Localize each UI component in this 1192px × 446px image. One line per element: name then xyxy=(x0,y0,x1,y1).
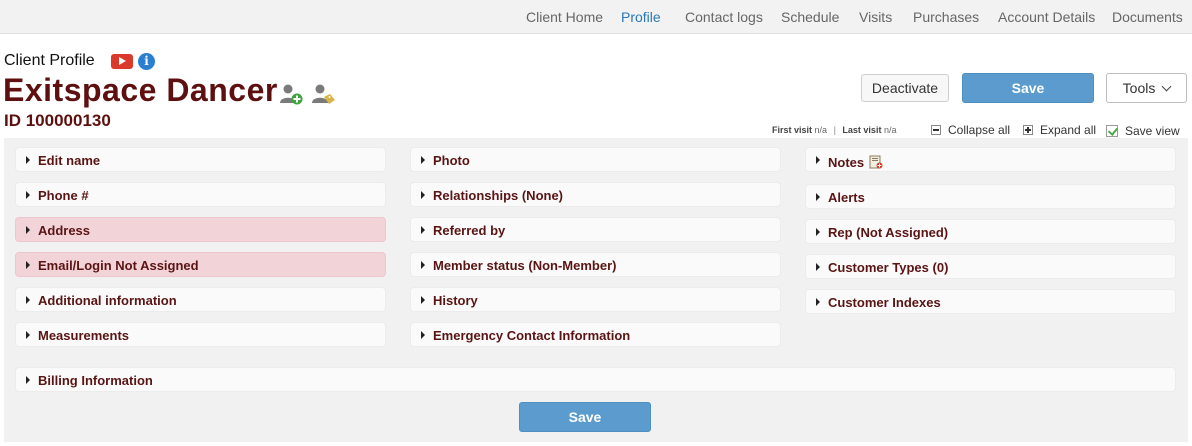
client-name: Exitspace Dancer xyxy=(3,72,278,108)
collapse-all-label: Collapse all xyxy=(948,123,1011,137)
section-label: Notes xyxy=(828,155,865,170)
section-label: Referred by xyxy=(433,223,506,238)
last-visit-label: Last visit xyxy=(842,125,882,135)
section-label: Measurements xyxy=(38,328,130,343)
section-notes[interactable]: Notes xyxy=(805,147,1176,172)
expand-arrow-icon xyxy=(26,156,30,164)
section-referred-by[interactable]: Referred by xyxy=(410,217,781,242)
expand-arrow-icon xyxy=(421,331,425,339)
expand-arrow-icon xyxy=(816,263,820,271)
expand-arrow-icon xyxy=(816,298,820,306)
expand-arrow-icon xyxy=(26,376,30,384)
section-label: Member status (Non-Member) xyxy=(433,258,617,273)
expand-arrow-icon xyxy=(421,296,425,304)
expand-arrow-icon xyxy=(26,296,30,304)
section-customer-indexes[interactable]: Customer Indexes xyxy=(805,289,1176,314)
section-member-status[interactable]: Member status (Non-Member) xyxy=(410,252,781,277)
section-label: Customer Indexes xyxy=(828,295,941,310)
section-label: Address xyxy=(38,223,91,238)
section-label: Alerts xyxy=(828,190,865,205)
collapse-all-control[interactable]: Collapse all xyxy=(931,123,1010,137)
section-additional-information[interactable]: Additional information xyxy=(15,287,386,312)
section-history[interactable]: History xyxy=(410,287,781,312)
checkbox-checked-icon[interactable] xyxy=(1106,125,1118,137)
visit-info: First visit n/a | Last visit n/a xyxy=(772,125,897,135)
save-button-bottom[interactable]: Save xyxy=(519,402,651,432)
top-nav: Client Home Profile Contact logs Schedul… xyxy=(0,0,1192,34)
section-label: Additional information xyxy=(38,293,177,308)
tab-schedule[interactable]: Schedule xyxy=(781,9,839,25)
tab-contact-logs[interactable]: Contact logs xyxy=(685,9,763,25)
last-visit-value: n/a xyxy=(883,125,897,135)
section-photo[interactable]: Photo xyxy=(410,147,781,172)
tools-dropdown[interactable]: Tools xyxy=(1106,73,1187,103)
section-label: History xyxy=(433,293,478,308)
save-view-label: Save view xyxy=(1125,124,1180,138)
section-relationships[interactable]: Relationships (None) xyxy=(410,182,781,207)
section-label: Email/Login Not Assigned xyxy=(38,258,199,273)
tab-profile[interactable]: Profile xyxy=(621,9,661,25)
deactivate-button[interactable]: Deactivate xyxy=(861,74,949,102)
youtube-icon[interactable] xyxy=(111,54,133,69)
section-label: Edit name xyxy=(38,153,101,168)
expand-arrow-icon xyxy=(421,156,425,164)
section-emergency-contact[interactable]: Emergency Contact Information xyxy=(410,322,781,347)
expand-all-control[interactable]: Expand all xyxy=(1023,123,1096,137)
add-person-icon[interactable] xyxy=(279,82,303,106)
collapse-icon xyxy=(931,125,941,135)
expand-arrow-icon xyxy=(816,156,820,164)
section-edit-name[interactable]: Edit name xyxy=(15,147,386,172)
section-phone[interactable]: Phone # xyxy=(15,182,386,207)
expand-all-label: Expand all xyxy=(1040,123,1097,137)
section-label: Customer Types (0) xyxy=(828,260,949,275)
section-title: Client Profile xyxy=(4,52,95,69)
section-label: Rep (Not Assigned) xyxy=(828,225,949,240)
expand-arrow-icon xyxy=(816,193,820,201)
first-visit-value: n/a xyxy=(814,125,828,135)
section-customer-types[interactable]: Customer Types (0) xyxy=(805,254,1176,279)
expand-arrow-icon xyxy=(26,226,30,234)
save-button[interactable]: Save xyxy=(962,73,1094,103)
tools-label: Tools xyxy=(1122,80,1156,96)
info-icon[interactable]: i xyxy=(138,53,155,70)
expand-arrow-icon xyxy=(26,191,30,199)
section-alerts[interactable]: Alerts xyxy=(805,184,1176,209)
section-billing-information[interactable]: Billing Information xyxy=(15,367,1176,392)
section-address[interactable]: Address xyxy=(15,217,386,242)
tab-client-home[interactable]: Client Home xyxy=(526,9,603,25)
section-label: Phone # xyxy=(38,188,89,203)
expand-icon xyxy=(1023,125,1033,135)
chevron-down-icon xyxy=(1161,81,1172,92)
expand-arrow-icon xyxy=(26,261,30,269)
save-view-control[interactable]: Save view xyxy=(1106,123,1180,138)
add-note-icon[interactable] xyxy=(869,155,883,169)
tab-purchases[interactable]: Purchases xyxy=(913,9,979,25)
expand-arrow-icon xyxy=(816,228,820,236)
section-email-login[interactable]: Email/Login Not Assigned xyxy=(15,252,386,277)
first-visit-label: First visit xyxy=(772,125,813,135)
section-label: Emergency Contact Information xyxy=(433,328,631,343)
section-label: Photo xyxy=(433,153,470,168)
section-measurements[interactable]: Measurements xyxy=(15,322,386,347)
expand-arrow-icon xyxy=(26,331,30,339)
expand-arrow-icon xyxy=(421,226,425,234)
tab-documents[interactable]: Documents xyxy=(1112,9,1183,25)
section-rep[interactable]: Rep (Not Assigned) xyxy=(805,219,1176,244)
section-label: Billing Information xyxy=(38,373,153,388)
tab-visits[interactable]: Visits xyxy=(859,9,892,25)
tag-person-icon[interactable] xyxy=(311,82,335,106)
client-id: ID 100000130 xyxy=(4,111,111,130)
expand-arrow-icon xyxy=(421,191,425,199)
section-label: Relationships (None) xyxy=(433,188,564,203)
tab-account-details[interactable]: Account Details xyxy=(998,9,1095,25)
expand-arrow-icon xyxy=(421,261,425,269)
